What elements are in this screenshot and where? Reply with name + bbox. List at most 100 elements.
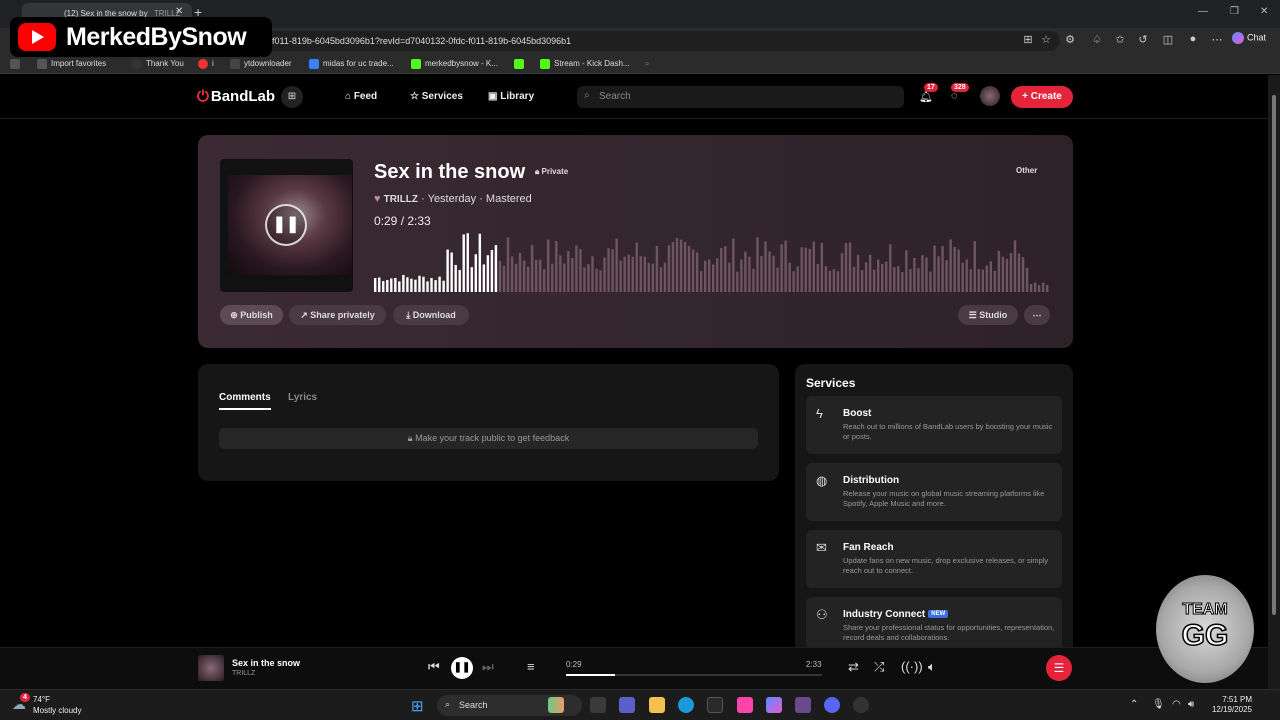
volume-icon[interactable]: 🔈︎ bbox=[928, 659, 936, 675]
service-distribution[interactable]: ◍ Distribution Release your music on glo… bbox=[806, 463, 1062, 521]
nav-services[interactable]: ☆ Services bbox=[410, 91, 463, 102]
bandlab-logo[interactable]: ⏻ BandLab bbox=[197, 88, 275, 105]
favorite-item[interactable]: ytdownloader bbox=[230, 59, 292, 69]
settings-icon[interactable] bbox=[853, 697, 869, 713]
history-icon[interactable]: ↺ bbox=[1136, 33, 1150, 47]
start-icon[interactable]: ⊞ bbox=[411, 697, 424, 715]
create-button[interactable]: + Create bbox=[1011, 86, 1073, 108]
repeat-icon[interactable]: ⇄ bbox=[848, 659, 859, 675]
apps-grid-button[interactable]: ⊞ bbox=[281, 86, 303, 108]
share-privately-button[interactable]: ↗ Share privately bbox=[289, 305, 386, 325]
waveform-bar bbox=[856, 254, 860, 292]
publish-button[interactable]: ⊕ Publish bbox=[220, 305, 283, 325]
widget-icon[interactable] bbox=[548, 697, 564, 713]
scrollbar-thumb[interactable] bbox=[1272, 95, 1276, 615]
queue-icon[interactable]: ≡ bbox=[527, 659, 535, 674]
player-progress-fill bbox=[566, 674, 615, 676]
player-artist[interactable]: TRILLZ bbox=[232, 670, 255, 677]
speaker-icon[interactable]: 🔊︎ bbox=[1188, 699, 1194, 710]
waveform-bar bbox=[655, 245, 659, 292]
profile-icon[interactable]: ● bbox=[1186, 33, 1200, 47]
user-avatar[interactable] bbox=[980, 86, 1000, 106]
restore-icon[interactable]: ❐ bbox=[1230, 6, 1239, 17]
player-pause-button[interactable]: ❚❚ bbox=[451, 657, 473, 679]
tab-lyrics[interactable]: Lyrics bbox=[288, 392, 317, 403]
waveform-bar bbox=[462, 234, 465, 292]
player-title[interactable]: Sex in the snow bbox=[232, 658, 300, 668]
favorite-item[interactable]: i bbox=[198, 59, 214, 69]
app-icon[interactable] bbox=[737, 697, 753, 713]
waveform-bar bbox=[575, 245, 578, 292]
waveform-bar bbox=[945, 260, 948, 292]
waveform-bar bbox=[716, 258, 719, 292]
studio-button[interactable]: ☰ Studio bbox=[958, 305, 1018, 325]
favorite-item[interactable]: merkedbysnow - K... bbox=[411, 59, 498, 69]
page-scrollbar[interactable] bbox=[1268, 75, 1280, 689]
waveform-bar bbox=[752, 268, 755, 292]
favorites-tab-icon[interactable] bbox=[10, 59, 24, 69]
microphone-icon[interactable]: 🎙︎ bbox=[1152, 699, 1165, 710]
wifi-icon[interactable]: ◠ bbox=[1172, 699, 1181, 710]
collections-icon[interactable]: ◫ bbox=[1161, 33, 1175, 47]
waveform-bar bbox=[510, 256, 514, 292]
teams-icon[interactable] bbox=[619, 697, 635, 713]
favorite-item[interactable]: Import favorites bbox=[37, 59, 106, 69]
more-options-button[interactable]: ⋯ bbox=[1024, 305, 1050, 325]
edge-icon[interactable] bbox=[678, 697, 694, 713]
artist-name[interactable]: TRILLZ bbox=[384, 194, 418, 205]
file-explorer-icon[interactable] bbox=[649, 697, 665, 713]
copilot-icon[interactable] bbox=[766, 697, 782, 713]
track-cover[interactable]: ❚❚ bbox=[220, 159, 353, 292]
extensions-icon[interactable]: ⚙ bbox=[1063, 33, 1077, 47]
waveform-bar bbox=[844, 242, 848, 292]
broadcast-icon[interactable]: ((·)) bbox=[901, 659, 923, 674]
service-fan-reach[interactable]: ✉ Fan Reach Update fans on new music, dr… bbox=[806, 530, 1062, 588]
search-favorite-icon[interactable]: ⌕ bbox=[645, 59, 649, 69]
player-progress-bar[interactable] bbox=[566, 674, 822, 676]
pause-icon[interactable]: ❚❚ bbox=[265, 204, 307, 246]
player-menu-button[interactable]: ☰ bbox=[1046, 655, 1072, 681]
next-icon[interactable]: ⏭ bbox=[482, 659, 494, 675]
favorites-icon[interactable]: ✩ bbox=[1113, 33, 1127, 47]
service-boost[interactable]: ϟ Boost Reach out to millions of BandLab… bbox=[806, 396, 1062, 454]
nav-library[interactable]: ▣ Library bbox=[488, 91, 534, 102]
brand-name: BandLab bbox=[210, 88, 276, 105]
app-icon[interactable]: ⊞ bbox=[1021, 33, 1035, 47]
waveform-bar bbox=[1037, 285, 1041, 292]
waveform-bar bbox=[671, 241, 675, 292]
chevron-up-icon[interactable]: ⌃ bbox=[1130, 699, 1138, 710]
url-field[interactable]: f011-819b-6045bd3096b1?revId=d7040132-0f… bbox=[230, 31, 1060, 51]
favorite-item[interactable]: midas for uc trade... bbox=[309, 59, 394, 69]
search-input[interactable]: ⌕ Search bbox=[577, 86, 904, 108]
waveform-bar bbox=[543, 269, 546, 292]
browser-essentials-icon[interactable]: ♤ bbox=[1090, 33, 1104, 47]
favorite-item[interactable]: Stream - Kick Dash... bbox=[540, 59, 630, 69]
tab-comments[interactable]: Comments bbox=[219, 392, 271, 410]
minimize-icon[interactable]: — bbox=[1198, 6, 1208, 17]
store-icon[interactable] bbox=[707, 697, 723, 713]
player-cover[interactable] bbox=[198, 655, 224, 681]
copilot-chat-button[interactable]: Chat bbox=[1232, 32, 1266, 44]
shuffle-icon[interactable]: ⤮ bbox=[874, 659, 884, 675]
waveform-bar bbox=[728, 262, 731, 292]
favorite-star-icon[interactable]: ☆ bbox=[1039, 33, 1053, 47]
bolt-icon: ϟ bbox=[816, 406, 823, 421]
waveform-bar bbox=[868, 254, 872, 292]
genre-tag: Other bbox=[1016, 166, 1038, 175]
favorite-item[interactable] bbox=[514, 59, 528, 69]
tab-close-icon[interactable]: ✕ bbox=[175, 6, 183, 17]
download-button[interactable]: ⤓ Download bbox=[393, 305, 469, 325]
app-icon[interactable] bbox=[795, 697, 811, 713]
weather-widget[interactable]: 74°F Mostly cloudy bbox=[33, 694, 81, 716]
waveform[interactable] bbox=[374, 231, 1050, 292]
waveform-bar bbox=[760, 256, 763, 292]
nav-feed[interactable]: ⌂ Feed bbox=[345, 91, 377, 102]
taskbar-clock[interactable]: 7:51 PM 12/19/2025 bbox=[1206, 695, 1252, 715]
waveform-bar bbox=[993, 270, 997, 292]
close-window-icon[interactable]: ✕ bbox=[1260, 6, 1268, 17]
more-menu-icon[interactable]: ⋯ bbox=[1210, 33, 1224, 47]
previous-icon[interactable]: ⏮ bbox=[428, 659, 440, 675]
discord-icon[interactable] bbox=[824, 697, 840, 713]
task-view-icon[interactable] bbox=[590, 697, 606, 713]
favorite-item[interactable]: Thank You bbox=[132, 59, 184, 69]
